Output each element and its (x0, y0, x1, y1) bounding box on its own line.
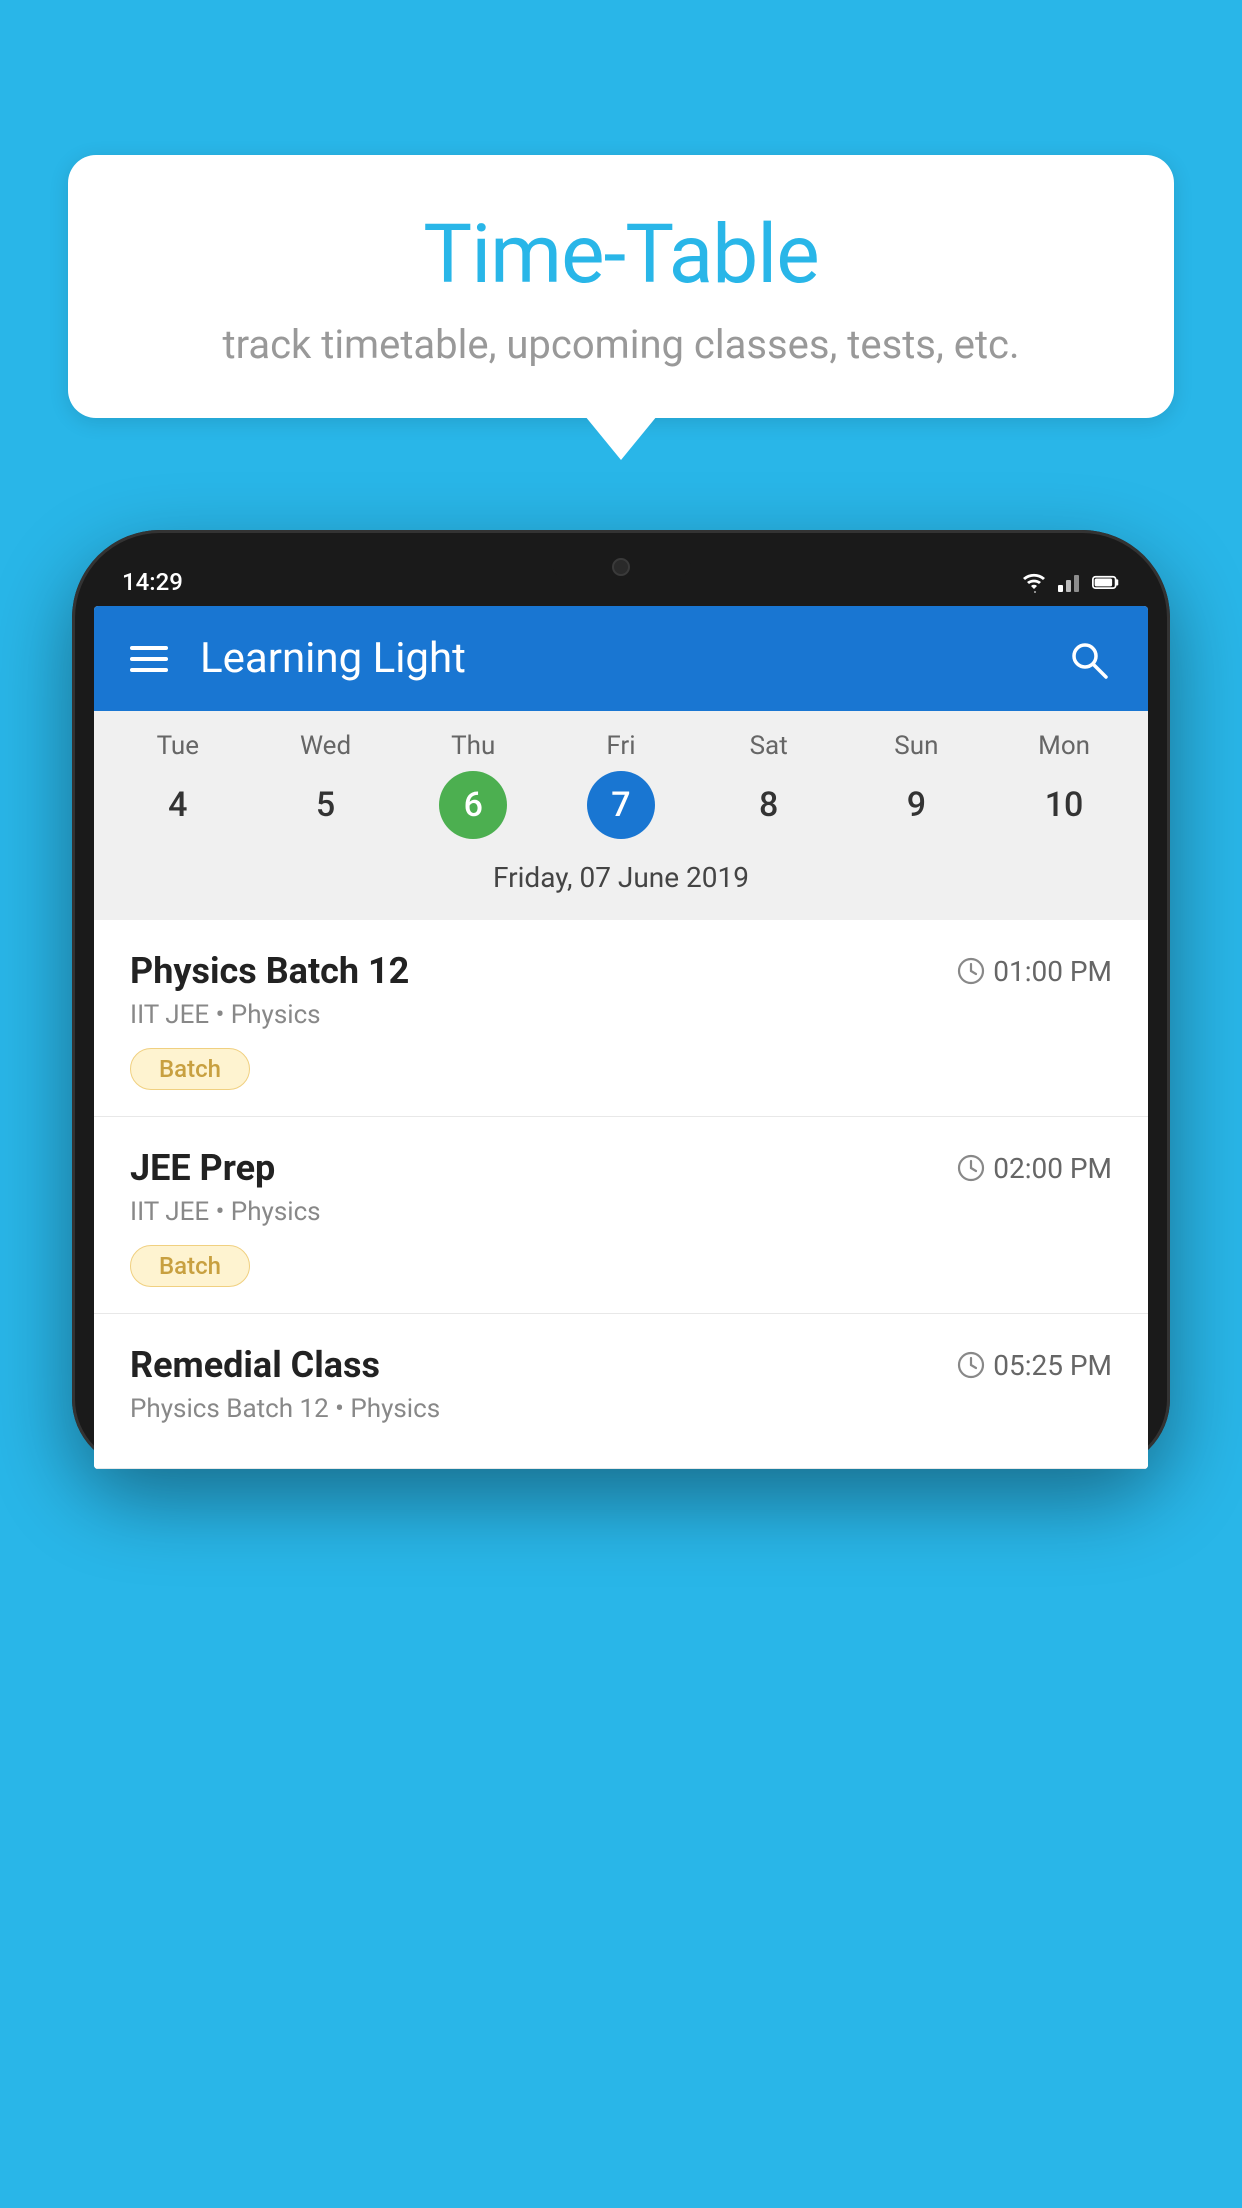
day-num-9[interactable]: 9 (882, 771, 950, 839)
app-title: Learning Light (200, 634, 1064, 683)
app-header: Learning Light (94, 606, 1148, 711)
days-row: Tue 4 Wed 5 Thu 6 Fri 7 Sat 8 Sun 9 Mon 10 (104, 731, 1138, 839)
day-num-6[interactable]: 6 (439, 771, 507, 839)
phone-screen: Learning Light Tue4Wed5Thu6Fri7Sat8Sun9M… (94, 606, 1148, 1469)
bubble-title: Time-Table (128, 207, 1114, 303)
schedule-item[interactable]: JEE Prep 02:00 PM IIT JEE • Physics Batc… (94, 1117, 1148, 1314)
day-name-wed: Wed (300, 731, 351, 761)
camera-dot (612, 558, 630, 576)
day-col-wed[interactable]: Wed 5 (252, 731, 400, 839)
clock-icon (957, 957, 985, 985)
item-time: 02:00 PM (957, 1152, 1112, 1185)
clock-icon (957, 1154, 985, 1182)
day-name-sun: Sun (894, 731, 938, 761)
status-time: 14:29 (122, 568, 183, 596)
item-subtitle: Physics Batch 12 • Physics (130, 1394, 1112, 1424)
calendar-strip: Tue 4 Wed 5 Thu 6 Fri 7 Sat 8 Sun 9 Mon 10 Friday, 07… (94, 711, 1148, 920)
wifi-icon (1020, 571, 1048, 593)
day-name-tue: Tue (157, 731, 199, 761)
phone-mockup: 14:29 (72, 530, 1170, 2208)
day-num-8[interactable]: 8 (735, 771, 803, 839)
battery-icon (1092, 571, 1120, 593)
speech-bubble: Time-Table track timetable, upcoming cla… (68, 155, 1174, 418)
day-col-thu[interactable]: Thu 6 (399, 731, 547, 839)
signal-icon (1056, 571, 1084, 593)
selected-date-label: Friday, 07 June 2019 (104, 853, 1138, 908)
status-icons (1020, 571, 1120, 593)
day-name-sat: Sat (750, 731, 788, 761)
phone-outer: 14:29 (72, 530, 1170, 1469)
day-name-fri: Fri (606, 731, 635, 761)
item-top-row: Remedial Class 05:25 PM (130, 1344, 1112, 1386)
item-subtitle: IIT JEE • Physics (130, 1197, 1112, 1227)
item-subtitle: IIT JEE • Physics (130, 1000, 1112, 1030)
search-button[interactable] (1064, 635, 1112, 683)
schedule-item[interactable]: Remedial Class 05:25 PM Physics Batch 12… (94, 1314, 1148, 1469)
item-time: 05:25 PM (957, 1349, 1112, 1382)
search-icon (1066, 637, 1110, 681)
menu-button[interactable] (130, 646, 168, 672)
day-col-mon[interactable]: Mon 10 (990, 731, 1138, 839)
item-time: 01:00 PM (957, 955, 1112, 988)
menu-line-1 (130, 646, 168, 650)
day-num-7[interactable]: 7 (587, 771, 655, 839)
clock-icon (957, 1351, 985, 1379)
item-title: JEE Prep (130, 1147, 275, 1189)
day-col-sun[interactable]: Sun 9 (843, 731, 991, 839)
day-num-4[interactable]: 4 (144, 771, 212, 839)
schedule-list: Physics Batch 12 01:00 PM IIT JEE • Phys… (94, 920, 1148, 1469)
day-num-10[interactable]: 10 (1030, 771, 1098, 839)
day-col-tue[interactable]: Tue 4 (104, 731, 252, 839)
day-num-5[interactable]: 5 (292, 771, 360, 839)
phone-notch (551, 548, 691, 586)
day-col-sat[interactable]: Sat 8 (695, 731, 843, 839)
menu-line-2 (130, 657, 168, 661)
batch-badge: Batch (130, 1048, 250, 1090)
schedule-item[interactable]: Physics Batch 12 01:00 PM IIT JEE • Phys… (94, 920, 1148, 1117)
day-name-thu: Thu (451, 731, 495, 761)
item-top-row: JEE Prep 02:00 PM (130, 1147, 1112, 1189)
batch-badge: Batch (130, 1245, 250, 1287)
status-bar: 14:29 (94, 548, 1148, 606)
item-title: Physics Batch 12 (130, 950, 409, 992)
item-title: Remedial Class (130, 1344, 380, 1386)
bubble-subtitle: track timetable, upcoming classes, tests… (128, 321, 1114, 368)
menu-line-3 (130, 668, 168, 672)
day-name-mon: Mon (1038, 731, 1090, 761)
item-top-row: Physics Batch 12 01:00 PM (130, 950, 1112, 992)
day-col-fri[interactable]: Fri 7 (547, 731, 695, 839)
